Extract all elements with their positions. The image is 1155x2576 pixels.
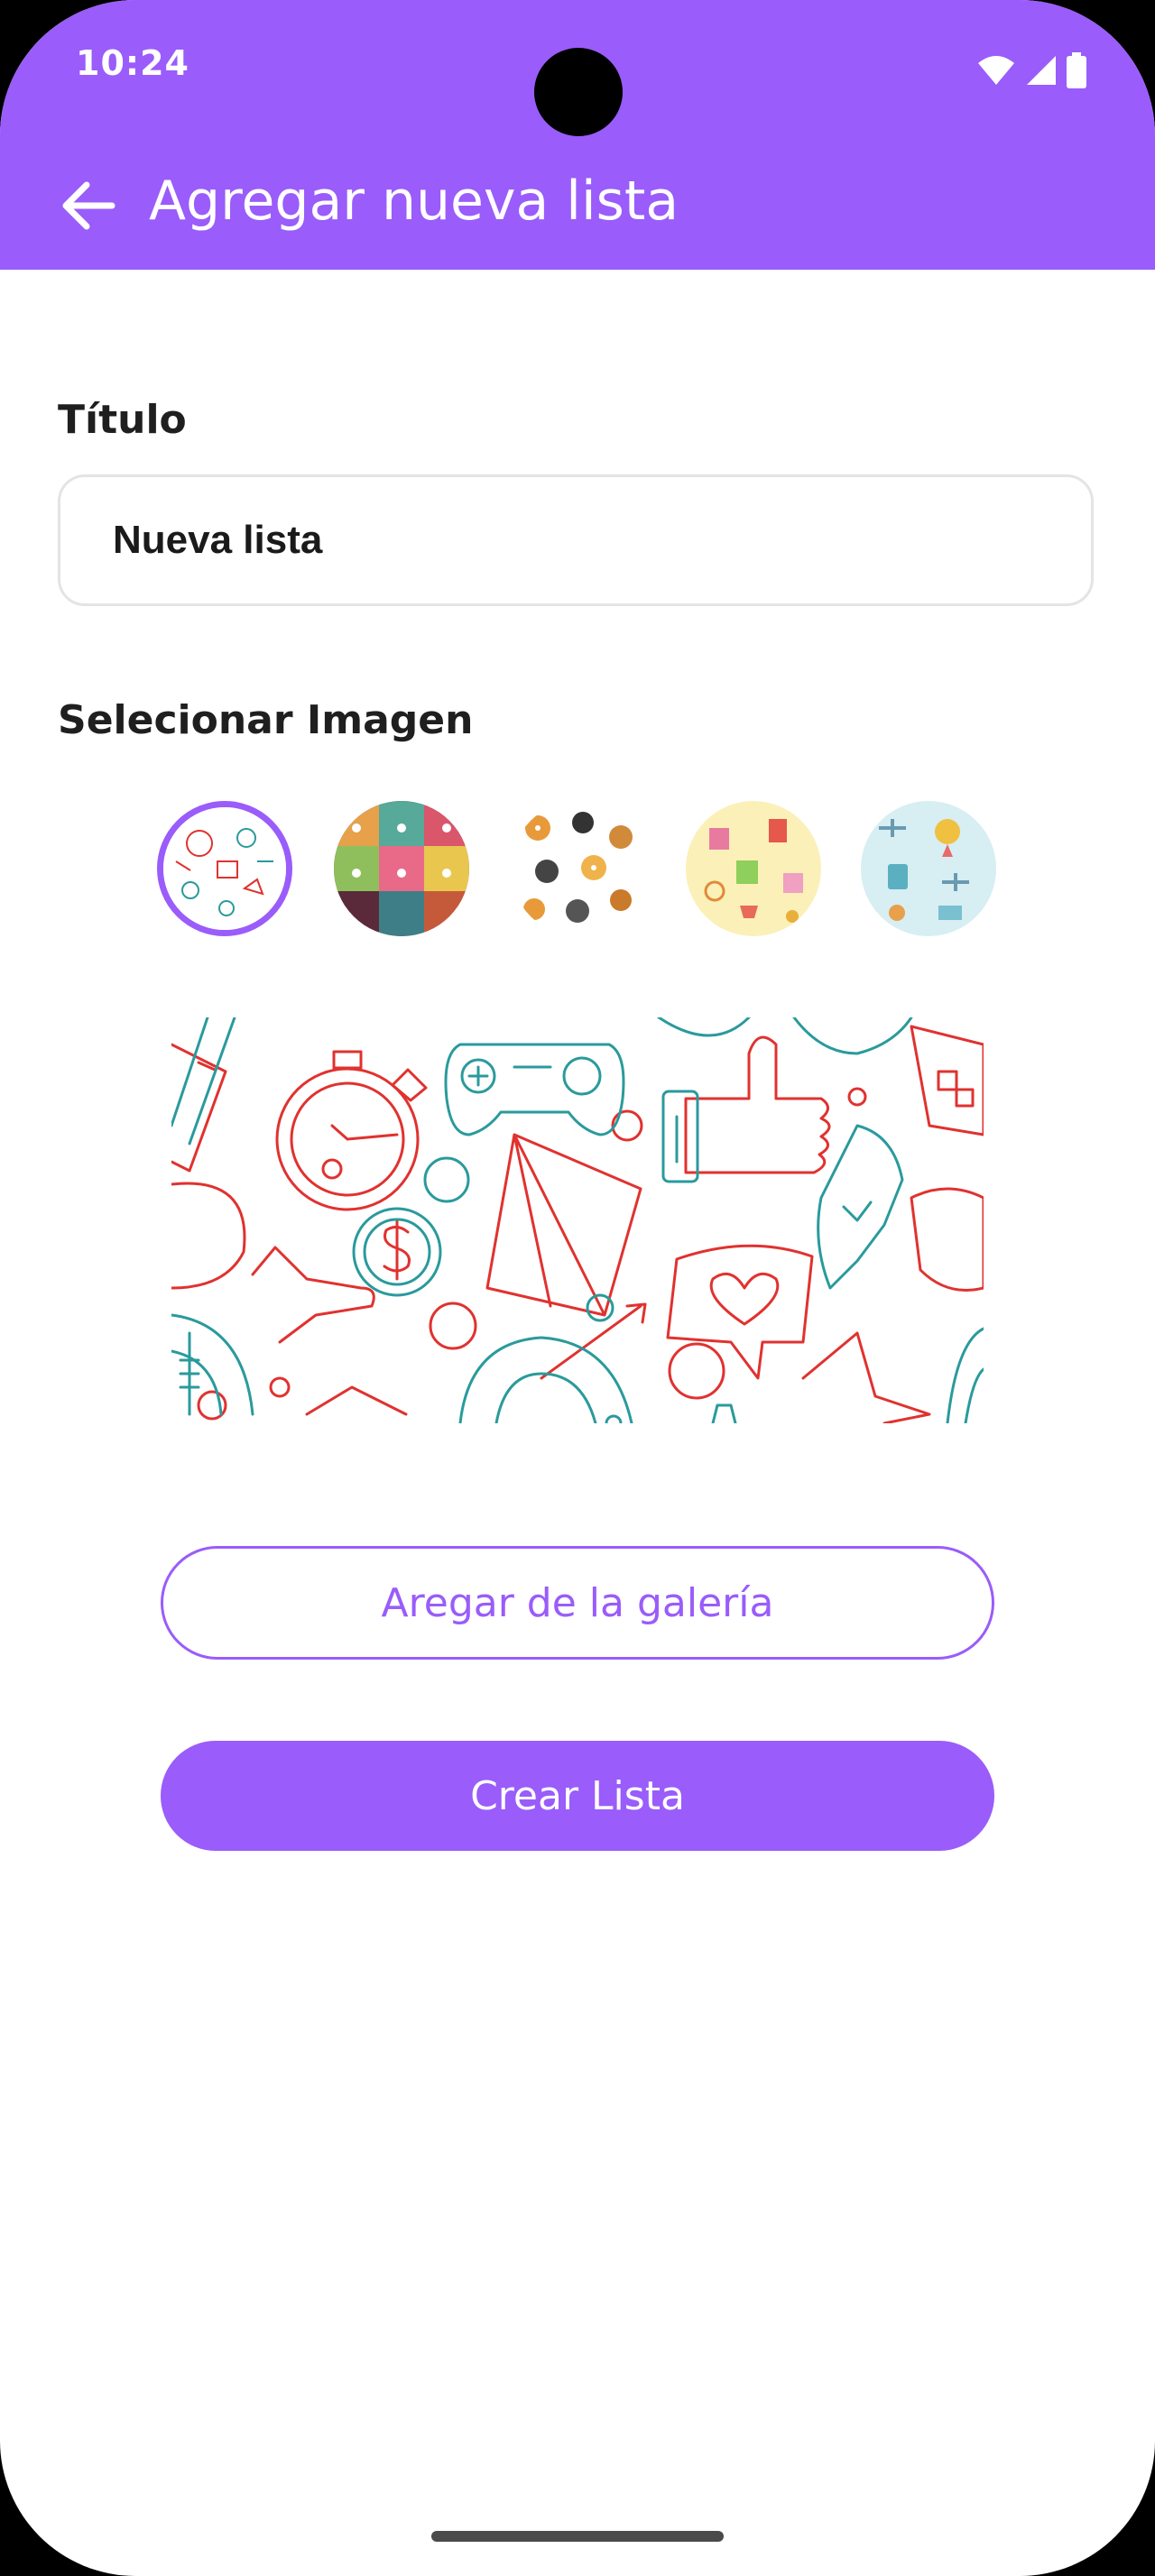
page-title: Agregar nueva lista xyxy=(149,170,679,233)
title-input-value: Nueva lista xyxy=(113,518,323,562)
selected-image-preview xyxy=(171,1017,984,1423)
add-from-gallery-label: Aregar de la galería xyxy=(381,1579,774,1626)
back-button[interactable] xyxy=(54,173,123,242)
title-label: Título xyxy=(58,397,187,443)
status-time: 10:24 xyxy=(76,43,189,83)
battery-icon xyxy=(1067,52,1086,93)
home-indicator[interactable] xyxy=(431,2531,724,2542)
signal-icon xyxy=(1025,54,1058,91)
create-list-button[interactable]: Crear Lista xyxy=(161,1741,994,1851)
create-list-label: Crear Lista xyxy=(470,1772,685,1819)
image-option-shopping[interactable] xyxy=(686,801,821,936)
phone-screen: 10:24 Agregar nueva lista Título Nueva l… xyxy=(0,0,1155,2576)
image-option-doodle[interactable] xyxy=(157,801,292,936)
image-option-dogs[interactable] xyxy=(511,801,646,936)
camera-cutout xyxy=(534,48,623,136)
app-bar: 10:24 Agregar nueva lista xyxy=(0,0,1155,270)
image-option-travel[interactable] xyxy=(861,801,996,936)
wifi-icon xyxy=(976,54,1016,91)
image-picker xyxy=(0,801,1155,938)
arrow-left-icon xyxy=(61,180,116,235)
image-label: Selecionar Imagen xyxy=(58,697,474,743)
image-option-cats[interactable] xyxy=(334,801,469,936)
add-from-gallery-button[interactable]: Aregar de la galería xyxy=(161,1546,994,1660)
status-icons xyxy=(976,52,1086,93)
title-input[interactable]: Nueva lista xyxy=(58,474,1094,606)
